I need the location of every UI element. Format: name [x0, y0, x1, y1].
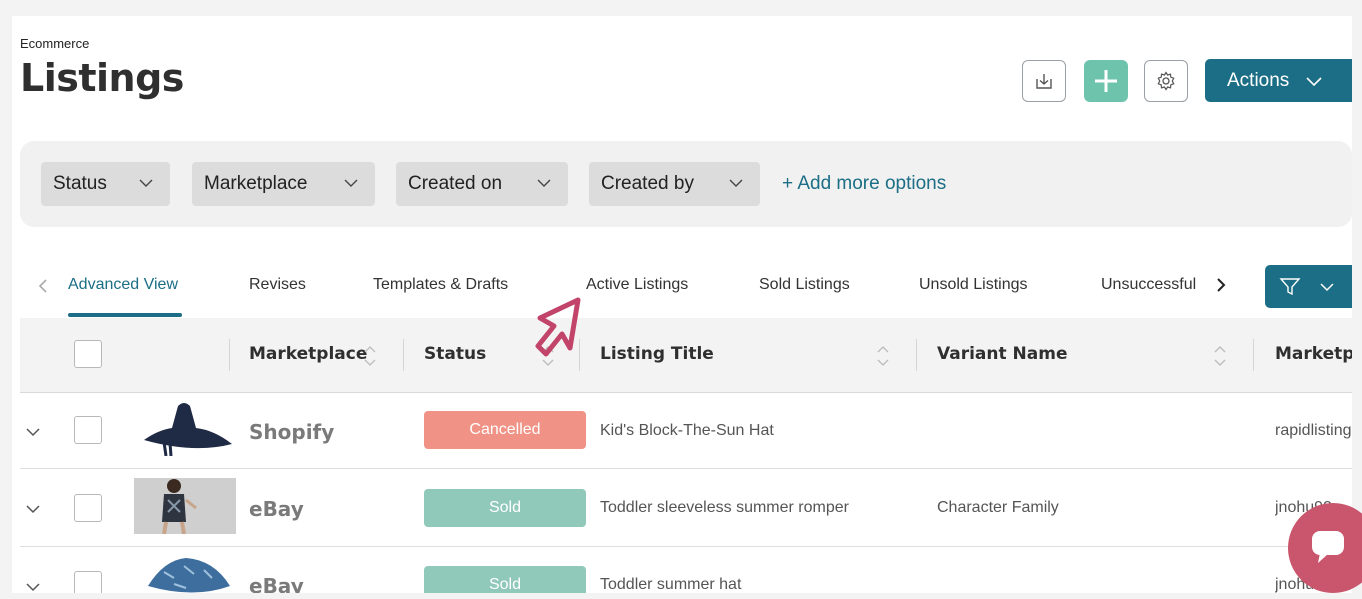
- status-filter[interactable]: Status: [41, 162, 170, 206]
- listing-title-cell[interactable]: Toddler summer hat: [600, 576, 741, 594]
- chevron-down-icon[interactable]: [24, 580, 42, 594]
- filter-label: Marketplace: [204, 173, 308, 194]
- column-header-listing-title[interactable]: Listing Title: [600, 344, 714, 364]
- actions-dropdown-button[interactable]: Actions: [1205, 59, 1352, 102]
- listing-title-cell[interactable]: Toddler sleeveless summer romper: [600, 499, 849, 517]
- sort-icon[interactable]: [1212, 343, 1228, 369]
- column-header-marketplace-account[interactable]: Marketpl: [1275, 344, 1352, 364]
- app-window: Ecommerce Listings Actions Status Market…: [0, 0, 1362, 599]
- column-header-variant-name[interactable]: Variant Name: [937, 344, 1067, 364]
- marketplace-filter[interactable]: Marketplace: [192, 162, 375, 206]
- marketplace-cell: Shopify: [249, 420, 335, 444]
- status-badge: Cancelled: [424, 411, 586, 449]
- add-listing-button[interactable]: [1084, 60, 1128, 102]
- column-divider: [1253, 339, 1254, 371]
- tab-unsuccessful[interactable]: Unsuccessful: [1101, 276, 1196, 294]
- variant-name-cell: Character Family: [937, 499, 1059, 516]
- marketplace-account-cell: rapidlisting: [1275, 422, 1352, 439]
- window-bottom-border: [0, 593, 1362, 599]
- column-header-status[interactable]: Status: [424, 344, 486, 364]
- filter-label: Created on: [408, 173, 503, 194]
- window-left-border: [0, 16, 12, 599]
- filter-view-button[interactable]: [1265, 265, 1352, 308]
- chevron-down-icon: [537, 179, 551, 187]
- sort-icon[interactable]: [875, 343, 891, 369]
- marketplace-cell: eBay: [249, 497, 304, 521]
- page-title: Listings: [20, 56, 184, 100]
- created-by-filter[interactable]: Created by: [589, 162, 760, 206]
- column-divider: [916, 339, 917, 371]
- select-all-checkbox[interactable]: [74, 340, 102, 368]
- settings-button[interactable]: [1144, 60, 1188, 102]
- filter-label: Status: [53, 173, 107, 194]
- tab-sold-listings[interactable]: Sold Listings: [759, 276, 850, 294]
- download-icon: [1036, 74, 1052, 89]
- tabs-scroll-right-icon[interactable]: [1214, 277, 1228, 293]
- sort-icon[interactable]: [362, 343, 378, 369]
- chevron-down-icon[interactable]: [24, 502, 42, 516]
- chevron-down-icon: [1306, 76, 1322, 86]
- breadcrumb[interactable]: Ecommerce: [20, 36, 89, 51]
- status-badge: Sold: [424, 489, 586, 527]
- add-more-options-link[interactable]: + Add more options: [782, 173, 946, 195]
- column-header-marketplace[interactable]: Marketplace: [249, 344, 367, 364]
- plus-icon: [1095, 70, 1117, 92]
- row-checkbox[interactable]: [74, 416, 102, 444]
- tab-unsold-listings[interactable]: Unsold Listings: [919, 276, 1028, 294]
- tab-advanced-view[interactable]: Advanced View: [68, 276, 178, 294]
- active-tab-indicator: [68, 313, 182, 317]
- tab-revises[interactable]: Revises: [249, 276, 306, 294]
- funnel-icon: [1279, 277, 1301, 295]
- actions-label: Actions: [1227, 69, 1290, 91]
- product-thumbnail: [134, 400, 236, 456]
- created-on-filter[interactable]: Created on: [396, 162, 568, 206]
- row-checkbox[interactable]: [74, 494, 102, 522]
- cursor-arrow-icon: [535, 297, 581, 357]
- chat-icon: [1312, 531, 1344, 563]
- window-top-border: [0, 0, 1362, 16]
- tabs-scroll-left-icon[interactable]: [36, 278, 50, 294]
- product-thumbnail: [134, 478, 236, 534]
- chevron-down-icon[interactable]: [24, 425, 42, 439]
- chevron-down-icon: [729, 179, 743, 187]
- column-divider: [229, 339, 230, 371]
- filter-label: Created by: [601, 173, 694, 194]
- tab-templates-drafts[interactable]: Templates & Drafts: [373, 276, 508, 294]
- chevron-down-icon: [1320, 282, 1334, 291]
- listing-title-cell[interactable]: Kid's Block-The-Sun Hat: [600, 422, 774, 440]
- gear-icon: [1157, 71, 1175, 91]
- tab-active-listings[interactable]: Active Listings: [586, 276, 688, 294]
- chevron-down-icon: [344, 179, 358, 187]
- download-button[interactable]: [1022, 60, 1066, 102]
- chevron-down-icon: [139, 179, 153, 187]
- column-divider: [403, 339, 404, 371]
